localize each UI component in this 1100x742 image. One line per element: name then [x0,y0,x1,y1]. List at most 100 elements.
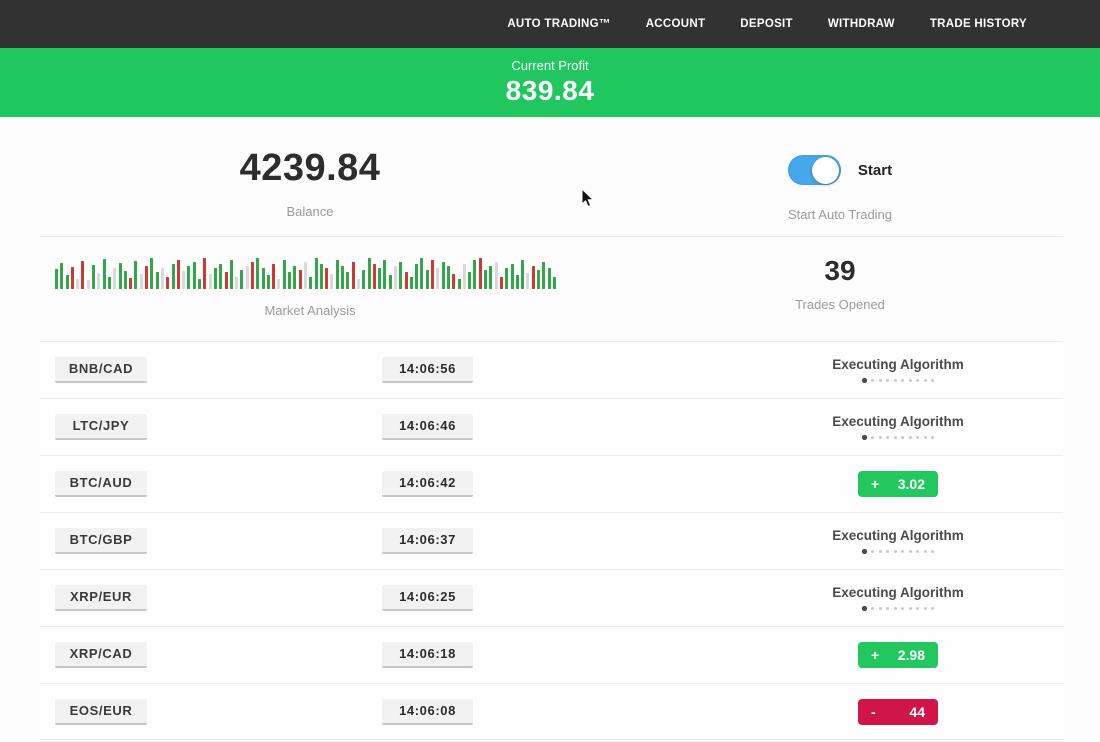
trades-opened-value: 39 [824,255,855,287]
nav-menu: AUTO TRADING™ ACCOUNT DEPOSIT WITHDRAW TRADE… [507,18,1027,30]
progress-dot [862,606,867,611]
progress-dot [894,436,897,439]
market-bar [235,277,238,289]
market-bar [309,277,312,289]
market-bar [240,270,243,289]
market-bar [267,275,270,289]
trades-opened-label: Trades Opened [795,297,885,312]
market-bar [346,272,349,289]
time-tag: 14:06:42 [382,471,473,497]
progress-dot [894,550,897,553]
market-bar [410,277,413,289]
market-bar [458,279,461,289]
market-bar [156,272,159,289]
market-bar [92,265,95,289]
nav-item[interactable]: ACCOUNT [646,18,706,30]
progress-dot [894,379,897,382]
pair-tag[interactable]: LTC/JPY [55,414,147,440]
progress-dot [931,436,934,439]
market-bar [521,260,524,289]
badge-value: 3.02 [898,476,925,492]
current-profit-value: 839.84 [0,75,1100,107]
table-row: BNB/CAD14:06:56Executing Algorithm [40,341,1063,398]
progress-dot [862,435,867,440]
market-bar [150,258,153,289]
market-bar [60,263,63,289]
market-bar [532,266,535,289]
market-bar [394,266,397,289]
progress-dot [862,378,867,383]
stats-row-2: Market Analysis 39 Trades Opened [0,237,1100,341]
status-cell: Executing Algorithm [808,414,988,440]
progress-dot [901,607,904,610]
market-bar [489,266,492,289]
table-row: BTC/GBP14:06:37Executing Algorithm [40,512,1063,569]
market-bar [452,274,455,289]
pair-tag[interactable]: BTC/GBP [55,528,147,554]
pair-tag[interactable]: XRP/CAD [55,642,147,668]
executing-algorithm-label: Executing Algorithm [832,414,964,429]
market-bar [368,258,371,289]
progress-dot [924,550,927,553]
market-bar [124,271,127,289]
time-tag: 14:06:46 [382,414,473,440]
balance-label: Balance [287,204,334,219]
nav-item[interactable]: DEPOSIT [740,18,793,30]
market-bar [537,270,540,289]
progress-dot [871,607,874,610]
status-cell: Executing Algorithm [808,585,988,611]
market-bar [447,266,450,289]
badge-value: 44 [909,704,925,720]
progress-dot [901,379,904,382]
profit-badge: +2.98 [858,642,938,668]
market-bar [325,268,328,289]
market-bar [426,270,429,289]
market-bar [431,260,434,289]
progress-dot [901,550,904,553]
nav-item[interactable]: WITHDRAW [828,18,895,30]
market-bar [320,264,323,289]
market-bar [108,277,111,289]
market-bar [468,272,471,289]
time-tag: 14:06:25 [382,585,473,611]
progress-dot [901,436,904,439]
progress-dot [909,436,912,439]
market-bar [378,268,381,289]
market-bar [246,266,249,289]
market-bar [526,273,529,289]
progress-dot [862,549,867,554]
nav-item[interactable]: TRADE HISTORY [930,18,1027,30]
time-tag: 14:06:56 [382,357,473,383]
progress-dot [886,379,889,382]
market-bar [209,274,212,289]
status-cell: +2.98 [808,642,988,668]
market-bar [420,258,423,289]
profit-badge: +3.02 [858,471,938,497]
progress-dot [909,379,912,382]
progress-dot [879,436,882,439]
current-profit-banner: Current Profit 839.84 [0,48,1100,117]
auto-trading-toggle[interactable] [788,155,841,185]
market-bar [516,275,519,289]
time-tag: 14:06:37 [382,528,473,554]
table-row: XRP/CAD14:06:18+2.98 [40,626,1063,683]
pair-tag[interactable]: EOS/EUR [55,699,147,725]
current-profit-label: Current Profit [0,58,1100,73]
status-cell: -44 [808,699,988,725]
progress-dots [862,435,934,440]
market-bar [193,262,196,289]
market-bar [315,258,318,289]
pair-tag[interactable]: BNB/CAD [55,357,147,383]
stats-row-1: 4239.84 Balance Start Start Auto Trading [0,117,1100,236]
market-bar [71,267,74,289]
nav-item[interactable]: AUTO TRADING™ [507,18,610,30]
progress-dot [879,550,882,553]
table-row: LTC/JPY 14:06:46 Executing Algorithm [40,398,1063,455]
pair-tag[interactable]: XRP/EUR [55,585,147,611]
trades-table: BNB/CAD14:06:56Executing AlgorithmLTC/JP… [0,341,1100,740]
market-bar [352,262,355,289]
market-bar [97,273,100,289]
pair-tag[interactable]: BTC/AUD [55,471,147,497]
trades-opened-block: 39 Trades Opened [580,237,1100,341]
progress-dots [862,378,934,383]
